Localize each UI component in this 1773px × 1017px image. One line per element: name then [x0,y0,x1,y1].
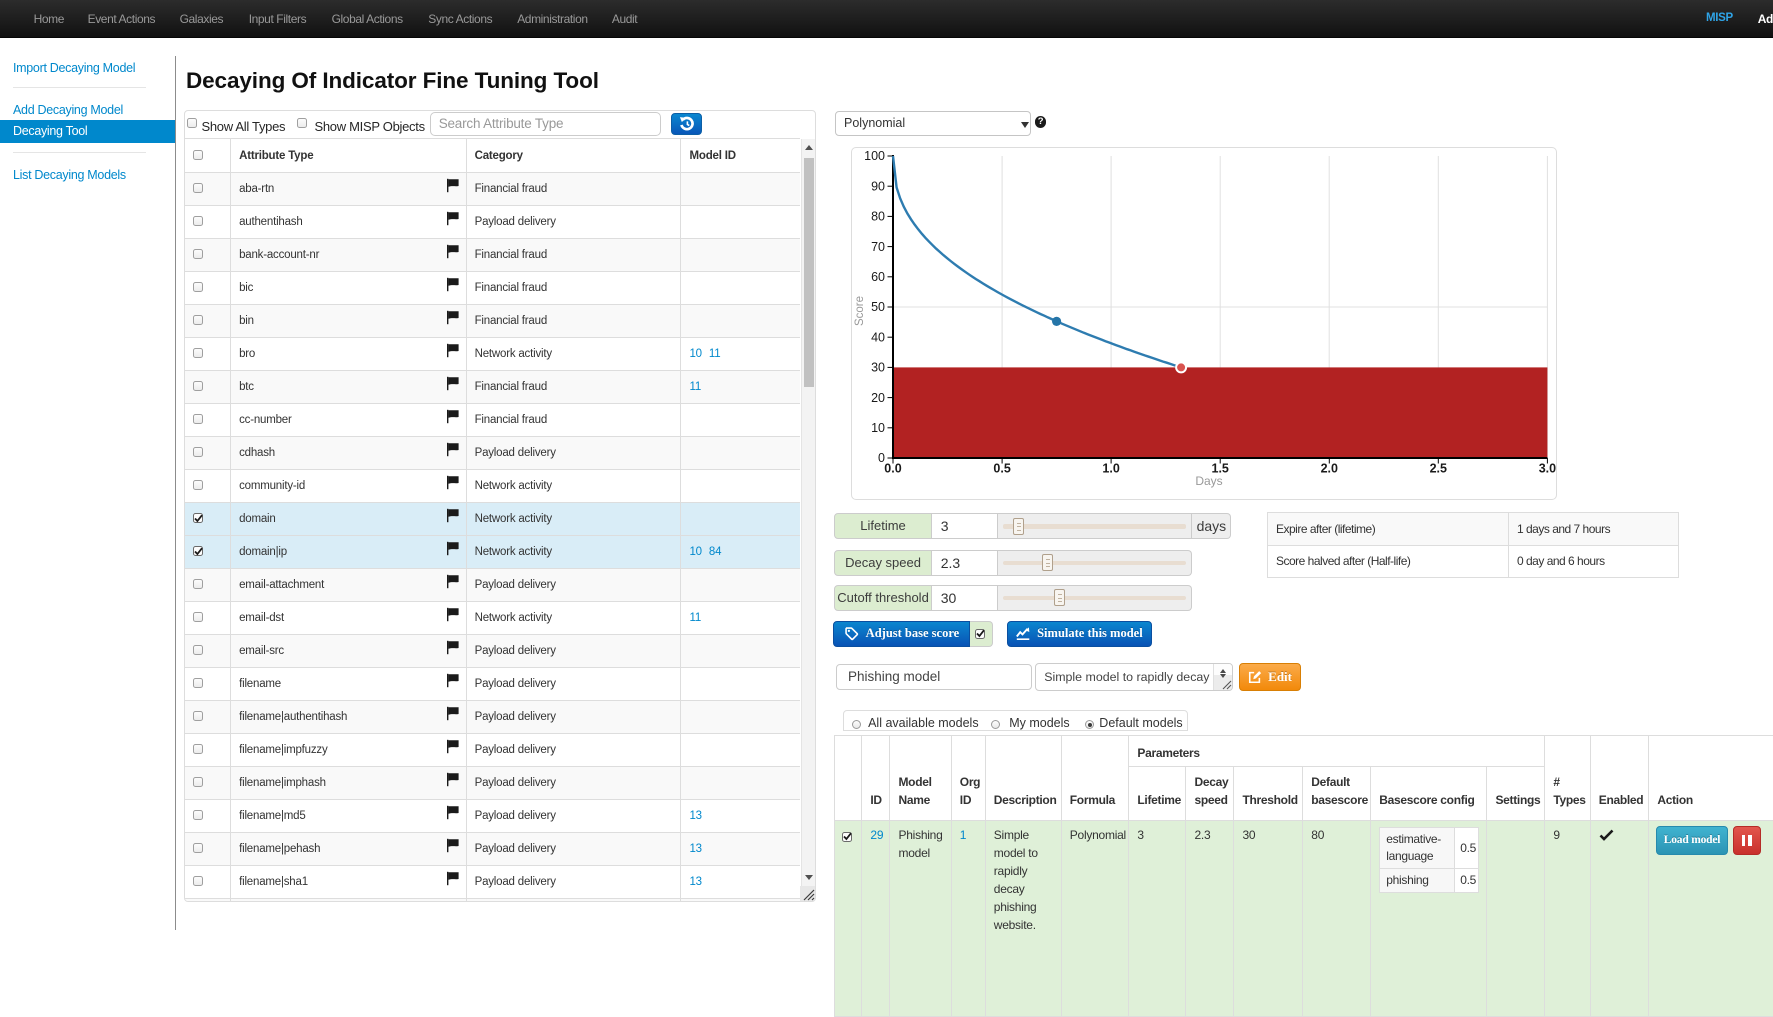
svg-text:20: 20 [871,391,885,405]
svg-text:100: 100 [864,149,885,163]
svg-text:10: 10 [871,421,885,435]
svg-text:2.5: 2.5 [1430,462,1447,476]
svg-text:Score: Score [854,296,866,326]
svg-text:60: 60 [871,270,885,284]
svg-text:Days: Days [1195,474,1222,488]
svg-text:80: 80 [871,210,885,224]
svg-text:50: 50 [871,300,885,314]
svg-text:90: 90 [871,179,885,193]
svg-text:0.5: 0.5 [993,462,1010,476]
svg-text:2.0: 2.0 [1321,462,1338,476]
svg-text:0.0: 0.0 [884,462,901,476]
svg-text:30: 30 [871,361,885,375]
svg-text:40: 40 [871,330,885,344]
svg-text:1.0: 1.0 [1102,462,1119,476]
svg-text:3.0: 3.0 [1539,462,1556,476]
svg-text:70: 70 [871,240,885,254]
